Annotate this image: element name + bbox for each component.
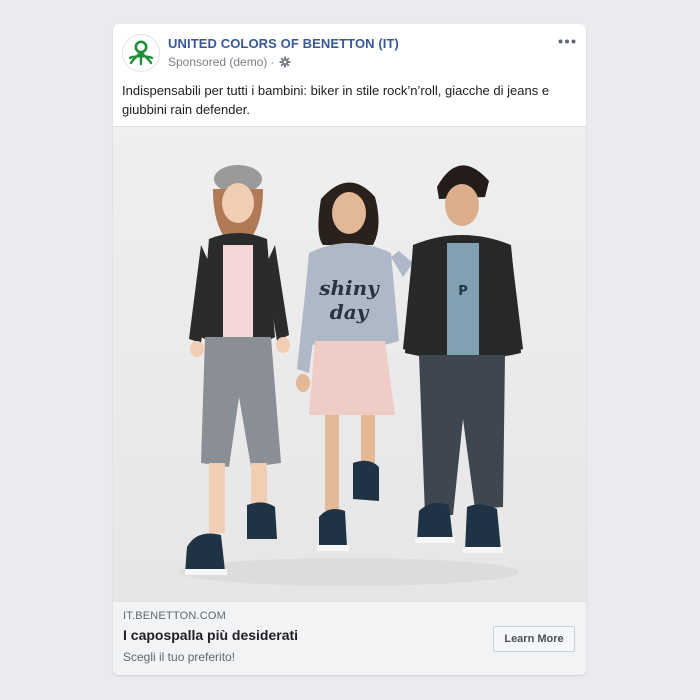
kids-photo-illustration: shiny day P [113,127,586,601]
svg-text:P: P [458,284,468,299]
link-description: Scegli il tuo preferito! [123,650,236,664]
link-headline[interactable]: I capospalla più desiderati [123,627,298,643]
post-caption: Indispensabili per tutti i bambini: bike… [122,83,550,117]
svg-text:day: day [330,300,370,324]
post-meta: Sponsored (demo) · [168,55,291,69]
benetton-logo-avatar[interactable] [122,34,160,72]
link-preview-footer[interactable]: IT.BENETTON.COM I capospalla più desider… [113,602,586,675]
meta-separator: · [270,55,275,69]
gear-icon[interactable] [279,56,291,68]
benetton-logo-icon [128,40,154,66]
post-header: UNITED COLORS OF BENETTON (IT) Sponsored… [113,24,586,80]
page-name-link[interactable]: UNITED COLORS OF BENETTON (IT) [168,36,399,51]
more-options-icon[interactable] [557,34,577,48]
sponsored-label[interactable]: Sponsored (demo) [168,55,267,69]
learn-more-button[interactable]: Learn More [493,626,575,652]
sponsored-post-card: UNITED COLORS OF BENETTON (IT) Sponsored… [113,24,586,675]
ad-image[interactable]: shiny day P [113,126,586,602]
link-domain: IT.BENETTON.COM [123,610,227,622]
svg-text:shiny: shiny [318,276,380,300]
